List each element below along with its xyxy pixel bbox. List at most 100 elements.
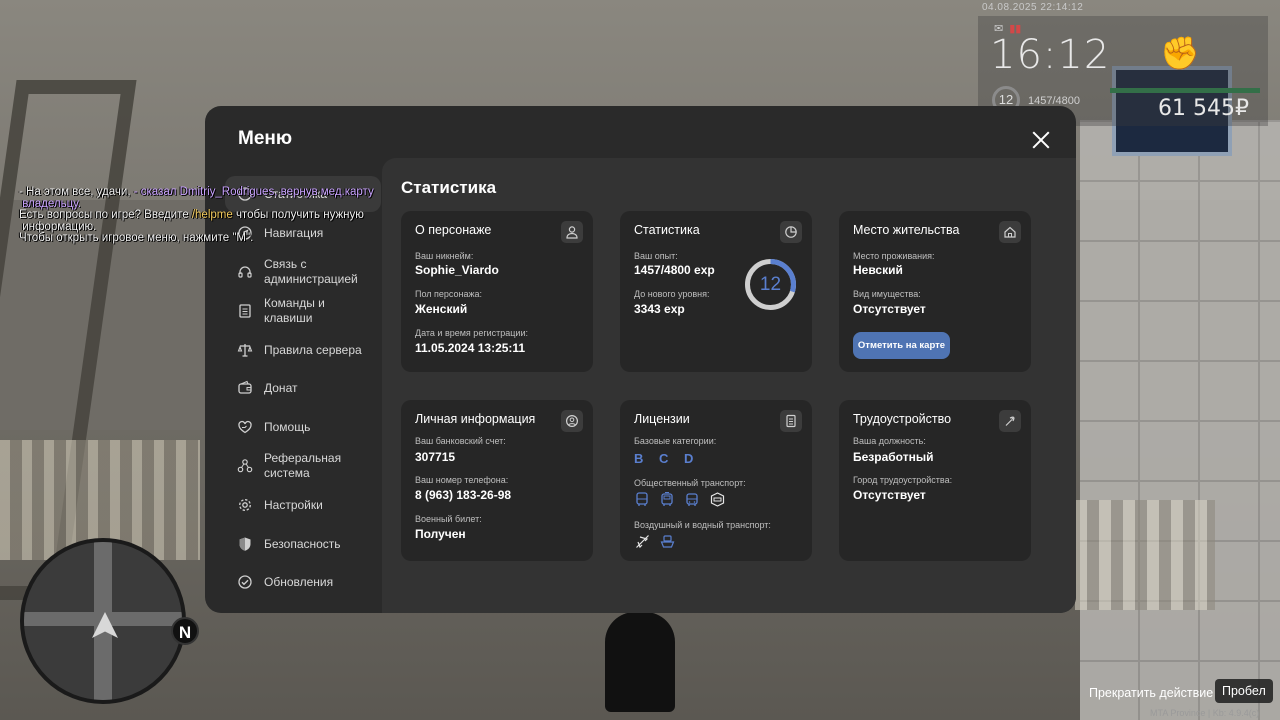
sidebar-item-label: Настройки [264,497,323,512]
card-title: Лицензии [634,412,690,426]
sidebar-item-label: Безопасность [264,536,341,551]
player-character [605,612,675,712]
tiled-wall [1080,120,1280,720]
sidebar-item[interactable]: Связь с администрацией [225,254,381,290]
military-value: Получен [415,527,466,541]
nickname-value: Sophie_Viardo [415,263,499,277]
level-number: 12 [759,274,782,295]
chat-segment: Есть вопросы по игре? Введите [19,209,192,221]
cancel-action-label: Прекратить действие [1089,686,1214,700]
referral-icon [233,454,257,478]
air-water-label: Воздушный и водный транспорт: [634,520,771,530]
place-value: Невский [853,263,903,277]
sidebar-item-label: Обновления [264,574,334,589]
exp-value: 1457/4800 exp [634,263,715,277]
sidebar-item[interactable]: Команды и клавиши [225,293,381,329]
public-transport-label: Общественный транспорт: [634,478,746,488]
gender-label: Пол персонажа: [415,289,483,299]
chat-segment: - На этом все, удачи, [19,186,134,198]
place-label: Место проживания: [853,251,935,261]
chat-log: - На этом все, удачи, - сказал Dmitriy_R… [19,186,389,245]
shield-icon [233,532,257,556]
gender-value: Женский [415,302,468,316]
hud-time: 16:12 [990,32,1111,78]
sidebar-item-label: Команды и клавиши [264,296,325,325]
chat-segment: информацию. [19,220,97,233]
gear-icon [233,493,257,517]
licenses-card: Лицензии Базовые категории: B C D Общест… [620,400,812,561]
sidebar-item-label: Помощь [264,419,311,434]
base-categories-label: Базовые категории: [634,436,717,446]
chat-segment: - сказал Dmitriy_Rodrigues, вернув мед.к… [133,186,374,198]
bank-value: 307715 [415,450,456,464]
sidebar-item-label: Связь с администрацией [264,257,358,286]
hud-money: 61 545₽ [1158,96,1249,121]
card-title: Статистика [634,223,700,237]
stats-panel: Статистика О персонаже Ваш никнейм: Soph… [382,158,1076,613]
level-ring: 12 [743,257,798,312]
pie-chart-icon [780,221,802,243]
next-level-label: До нового уровня: [634,289,710,299]
character-card: О персонаже Ваш никнейм: Sophie_Viardo П… [401,211,593,372]
sidebar-item-label: Реферальная система [264,451,342,480]
sidebar-item[interactable]: Донат [225,370,381,406]
watermark: MTA Province | Kb: 4.9.4(c) [1150,708,1260,718]
chat-segment: владельцу. [19,197,81,210]
trolleybus-icon [684,491,700,507]
mark-on-map-button[interactable]: Отметить на карте [853,332,950,359]
registration-label: Дата и время регистрации: [415,328,528,338]
fist-icon: ✊ [1160,35,1200,71]
sidebar-item[interactable]: Настройки [225,487,381,523]
air-water-icons [634,533,675,549]
sidebar-item[interactable]: Обновления [225,564,381,600]
hammer-icon [999,410,1021,432]
bench [1075,500,1215,610]
sidebar-item[interactable]: Реферальная система [225,448,381,484]
chat-line: Чтобы открыть игровое меню, нажмите "M". [19,232,389,245]
card-title: Место жительства [853,223,960,237]
public-transport-icons [634,491,725,507]
registration-value: 11.05.2024 13:25:11 [415,341,526,355]
experience-card: Статистика Ваш опыт: 1457/4800 exp До но… [620,211,812,372]
position-value: Безработный [853,450,934,464]
menu-title: Меню [238,128,293,149]
bus-icon [634,491,650,507]
chat-segment: чтобы получить нужную [232,209,364,221]
hud-datetime: 04.08.2025 22:14:12 [982,2,1084,13]
license-icon [780,410,802,432]
card-title: Личная информация [415,412,536,426]
exp-label: Ваш опыт: [634,251,678,261]
wallet-icon [233,376,257,400]
employment-card: Трудоустройство Ваша должность: Безработ… [839,400,1031,561]
profile-circle-icon [561,410,583,432]
chat-segment: /helpme [191,209,233,221]
sidebar-item[interactable]: Безопасность [225,526,381,562]
heart-hand-icon [233,415,257,439]
north-icon: N [171,617,199,645]
phone-value: 8 (963) 183-26-98 [415,488,512,502]
property-value: Отсутствует [853,302,926,316]
chat-segment: Чтобы открыть игровое меню, нажмите "M". [19,232,254,244]
update-icon [233,570,257,594]
next-level-value: 3343 exp [634,302,685,316]
sidebar-item[interactable]: Помощь [225,409,381,445]
work-city-label: Город трудоустройства: [853,475,953,485]
sidebar-item-label: Донат [264,380,298,395]
phone-label: Ваш номер телефона: [415,475,509,485]
position-label: Ваша должность: [853,436,926,446]
work-city-value: Отсутствует [853,488,926,502]
tram-icon [659,491,675,507]
base-categories-value: B C D [634,451,700,466]
bank-label: Ваш банковский счет: [415,436,506,446]
close-button[interactable] [1029,128,1053,152]
sidebar-item[interactable]: Правила сервера [225,332,381,368]
nickname-label: Ваш никнейм: [415,251,474,261]
property-label: Вид имущества: [853,289,921,299]
user-icon [561,221,583,243]
home-icon [999,221,1021,243]
card-title: Трудоустройство [853,412,952,426]
sidebar-item-label: Правила сервера [264,342,362,357]
space-key-button[interactable]: Пробел [1215,679,1273,703]
headset-icon [233,260,257,284]
personal-info-card: Личная информация Ваш банковский счет: 3… [401,400,593,561]
